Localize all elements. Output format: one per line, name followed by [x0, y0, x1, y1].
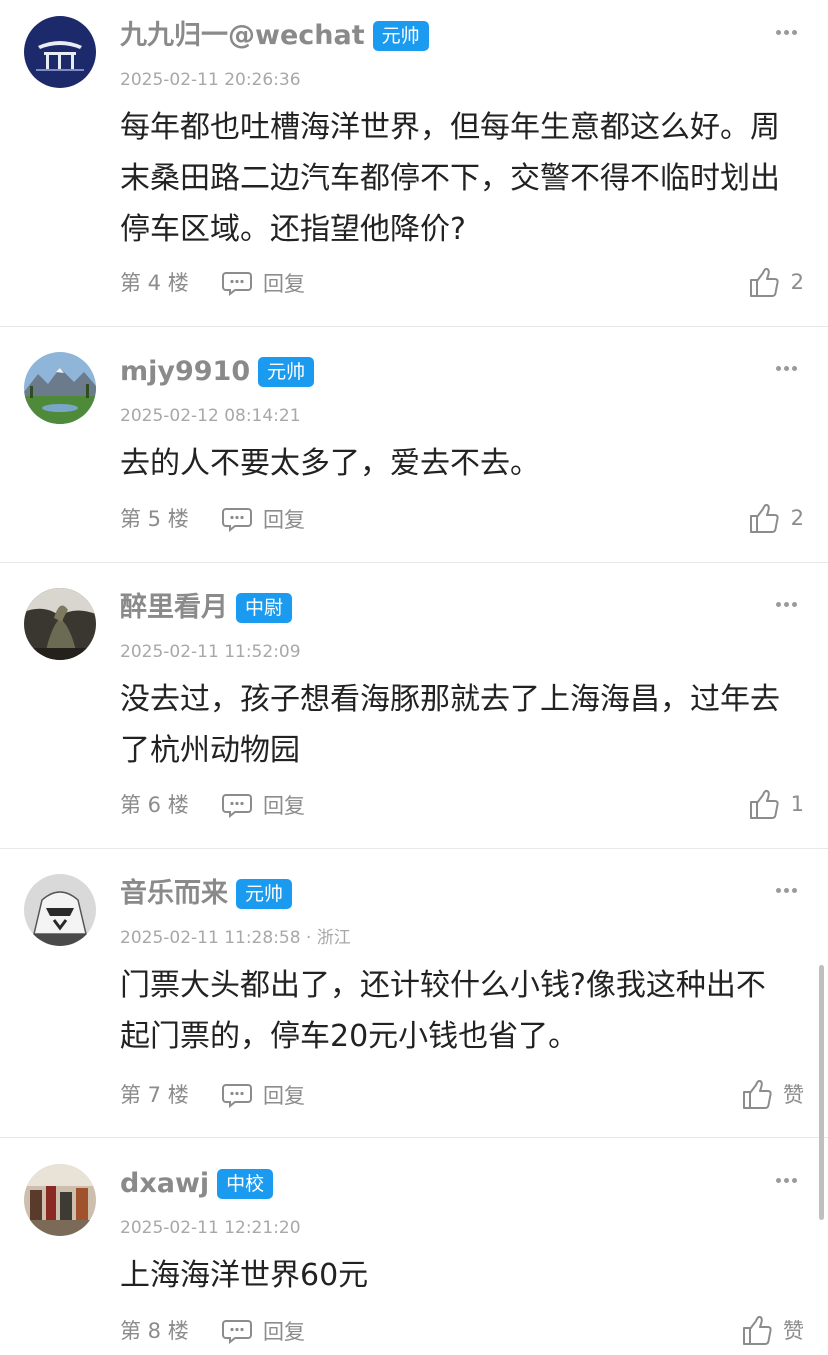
comment-bubble-icon [222, 1084, 252, 1108]
username[interactable]: 九九归一@wechat [120, 16, 365, 56]
comment-footer: 第 8 楼 回复 赞 [120, 1315, 804, 1346]
reply-button[interactable]: 回复 [221, 268, 305, 298]
like-count: 2 [790, 270, 804, 294]
avatar[interactable] [24, 16, 96, 88]
rank-badge: 中校 [217, 1169, 274, 1199]
floor-number: 第 7 楼 [120, 1083, 189, 1107]
like-count: 2 [790, 506, 804, 530]
avatar-image [24, 874, 96, 946]
comment-header: 九九归一@wechat 元帅 [120, 16, 429, 56]
floor-number: 第 5 楼 [120, 507, 189, 531]
comment-bubble-icon [222, 272, 252, 296]
username[interactable]: 醉里看月 [120, 588, 228, 628]
comment-bubble-icon [222, 1320, 252, 1344]
like-button[interactable]: 1 [748, 786, 804, 822]
comment-header: dxawj 中校 [120, 1164, 274, 1204]
comment-text: 没去过，孩子想看海豚那就去了上海海昌，过年去了杭州动物园 [120, 682, 780, 768]
rank-badge: 元帅 [372, 21, 429, 51]
comment-bubble-icon [222, 508, 252, 532]
comment-item: 醉里看月 中尉 2025-02-11 11:52:09 没去过，孩子想看海豚那就… [0, 572, 828, 849]
thumbs-up-icon [743, 1079, 772, 1109]
comment-item: dxawj 中校 2025-02-11 12:21:20 上海海洋世界60元 第… [0, 1148, 828, 1355]
username[interactable]: 音乐而来 [120, 874, 228, 914]
like-button[interactable]: 赞 [741, 1076, 804, 1112]
timestamp: 2025-02-11 11:28:58 · 浙江 [120, 928, 351, 948]
reply-label: 回复 [263, 1084, 305, 1108]
avatar[interactable] [24, 1164, 96, 1236]
thumbs-up-icon [750, 267, 779, 297]
comment-footer: 第 6 楼 回复 1 [120, 789, 804, 820]
timestamp: 2025-02-11 20:26:36 [120, 70, 301, 90]
comment-item: 九九归一@wechat 元帅 2025-02-11 20:26:36 每年都也吐… [0, 0, 828, 327]
username[interactable]: mjy9910 [120, 352, 250, 392]
thumbs-up-icon [750, 503, 779, 533]
like-label: 赞 [783, 1083, 804, 1107]
avatar-image [24, 588, 96, 660]
comment-footer: 第 7 楼 回复 赞 [120, 1079, 804, 1110]
avatar[interactable] [24, 874, 96, 946]
timestamp: 2025-02-11 11:52:09 [120, 642, 301, 662]
more-dots-icon[interactable] [776, 1178, 798, 1184]
reply-button[interactable]: 回复 [221, 1316, 305, 1346]
comment-header: mjy9910 元帅 [120, 352, 315, 392]
floor-number: 第 6 楼 [120, 793, 189, 817]
timestamp: 2025-02-11 12:21:20 [120, 1218, 301, 1238]
reply-label: 回复 [263, 272, 305, 296]
rank-badge: 元帅 [236, 879, 293, 909]
avatar-image [24, 16, 96, 88]
more-dots-icon[interactable] [776, 366, 798, 372]
thumbs-up-icon [750, 789, 779, 819]
comment-header: 醉里看月 中尉 [120, 588, 293, 628]
comment-footer: 第 5 楼 回复 2 [120, 503, 804, 534]
reply-label: 回复 [263, 794, 305, 818]
comment-text: 上海海洋世界60元 [120, 1258, 369, 1293]
comment-header: 音乐而来 元帅 [120, 874, 293, 914]
scrollbar[interactable] [819, 965, 824, 1220]
like-label: 赞 [783, 1319, 804, 1343]
reply-button[interactable]: 回复 [221, 790, 305, 820]
avatar[interactable] [24, 352, 96, 424]
like-button[interactable]: 赞 [741, 1312, 804, 1348]
reply-button[interactable]: 回复 [221, 1080, 305, 1110]
thumbs-up-icon [743, 1315, 772, 1345]
rank-badge: 中尉 [236, 593, 293, 623]
reply-button[interactable]: 回复 [221, 504, 305, 534]
more-dots-icon[interactable] [776, 888, 798, 894]
reply-label: 回复 [263, 1320, 305, 1344]
username[interactable]: dxawj [120, 1164, 209, 1204]
more-dots-icon[interactable] [776, 30, 798, 36]
avatar[interactable] [24, 588, 96, 660]
comment-text: 门票大头都出了，还计较什么小钱?像我这种出不起门票的，停车20元小钱也省了。 [120, 968, 766, 1054]
more-dots-icon[interactable] [776, 602, 798, 608]
floor-number: 第 4 楼 [120, 271, 189, 295]
comment-item: mjy9910 元帅 2025-02-12 08:14:21 去的人不要太多了，… [0, 336, 828, 563]
timestamp: 2025-02-12 08:14:21 [120, 406, 301, 426]
comment-item: 音乐而来 元帅 2025-02-11 11:28:58 · 浙江 门票大头都出了… [0, 858, 828, 1138]
reply-label: 回复 [263, 508, 305, 532]
like-button[interactable]: 2 [748, 500, 804, 536]
comment-footer: 第 4 楼 回复 2 [120, 267, 804, 298]
like-button[interactable]: 2 [748, 264, 804, 300]
floor-number: 第 8 楼 [120, 1319, 189, 1343]
rank-badge: 元帅 [258, 357, 315, 387]
avatar-image [24, 352, 96, 424]
comment-text: 去的人不要太多了，爱去不去。 [120, 446, 540, 481]
avatar-image [24, 1164, 96, 1236]
comment-bubble-icon [222, 794, 252, 818]
comment-text: 每年都也吐槽海洋世界，但每年生意都这么好。周末桑田路二边汽车都停不下，交警不得不… [120, 110, 780, 247]
like-count: 1 [790, 792, 804, 816]
